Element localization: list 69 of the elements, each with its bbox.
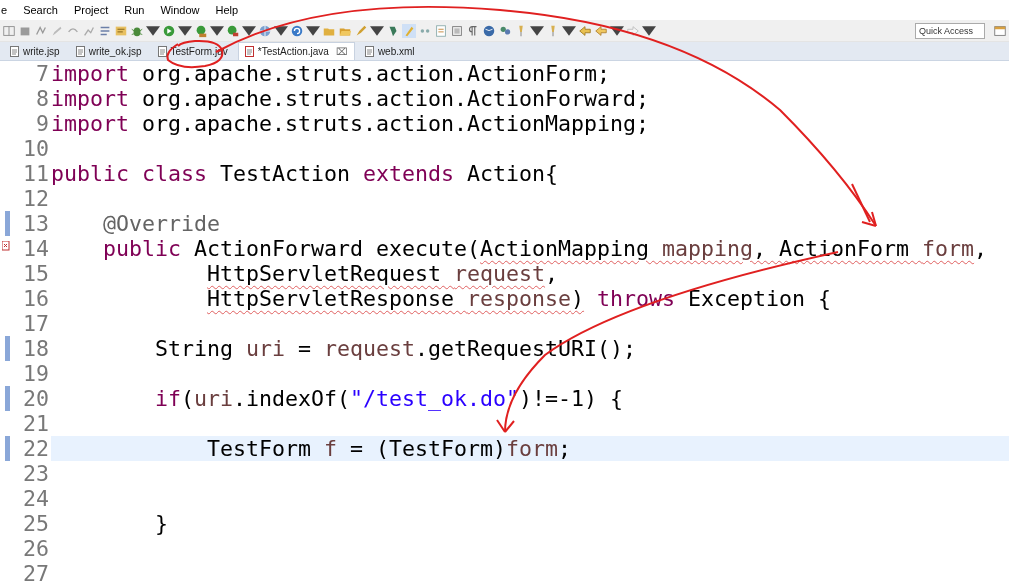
line-number: 9 [35,111,50,136]
frame-icon[interactable] [450,23,464,38]
line-number: 15 [22,261,50,286]
file-icon [75,45,86,57]
file-icon [244,46,255,57]
line-number: 18 [22,336,50,361]
line-number: 7 [35,61,50,86]
cycle-icon[interactable] [290,23,304,38]
line-number: 12 [22,186,50,211]
editor-tab[interactable]: write_ok.jsp [69,42,148,60]
caret-icon[interactable] [210,23,224,38]
line-number: 25 [22,511,50,536]
code-line: public ActionForward execute(ActionMapping mapping, ActionForm form, [103,236,988,261]
menu-item[interactable]: Search [22,4,59,16]
file-icon [10,45,20,57]
line-number: 14 [22,236,50,261]
line-number: 23 [22,461,50,486]
line-number: 10 [22,136,50,161]
quick-access-field[interactable]: Quick Access [915,22,985,39]
editor-tab[interactable]: *TestAction.java ⌧ [237,42,355,60]
forward-arrow-icon[interactable] [626,23,640,38]
line-number: 22 [22,436,50,461]
close-icon[interactable]: ⌧ [335,46,348,57]
editor-tab[interactable]: web.xml [358,42,421,60]
caret-icon[interactable] [562,23,576,38]
caret-icon[interactable] [610,23,624,38]
line-number: 27 [22,561,50,586]
code-line: import org.apache.struts.action.ActionForm; [51,61,611,86]
globe-icon[interactable] [482,23,496,38]
window-icon[interactable] [993,23,1007,38]
line-number: 24 [22,486,50,511]
line-number: 13 [22,211,50,236]
editor-tab[interactable]: write.jsp [4,42,66,60]
code-line: import org.apache.struts.action.ActionForward; [51,86,650,111]
menu-item[interactable]: e [0,4,9,16]
back-arrow-icon[interactable] [594,23,608,38]
menu-item[interactable]: Run [123,4,146,16]
file-icon [157,45,168,57]
globe-icon[interactable] [258,23,272,38]
file-icon [364,45,375,57]
line-number: 8 [35,86,50,111]
menu-item[interactable]: Help [214,4,240,16]
caret-icon[interactable] [178,23,192,38]
panel-icon[interactable] [2,23,16,38]
code-line: } [155,511,168,536]
caret-icon[interactable] [642,23,656,38]
line-number: 21 [22,411,50,436]
menu-item[interactable]: Window [159,4,201,16]
code-line: HttpServletRequest request, [207,261,559,286]
line-number: 17 [22,311,50,336]
code-line: import org.apache.struts.action.ActionMapping; [51,111,650,136]
caret-icon[interactable] [146,23,160,38]
caret-icon[interactable] [370,23,384,38]
line-number: 20 [22,386,50,411]
caret-icon[interactable] [274,23,288,38]
line-number: 11 [22,161,50,186]
line-number: 16 [22,286,50,311]
document-icon[interactable] [434,23,448,38]
code-line: public class TestAction extends Action{ [51,161,559,186]
tool-icon[interactable] [226,23,240,38]
code-line: @Override [103,211,220,236]
caret-icon[interactable] [306,23,320,38]
line-number: 19 [22,361,50,386]
caret-icon[interactable] [242,23,256,38]
code-line: TestForm f = (TestForm)form; [207,436,572,461]
menu-item[interactable]: Project [73,4,110,16]
caret-icon[interactable] [530,23,544,38]
line-number: 26 [22,536,50,561]
pilcrow-icon[interactable] [466,23,480,38]
